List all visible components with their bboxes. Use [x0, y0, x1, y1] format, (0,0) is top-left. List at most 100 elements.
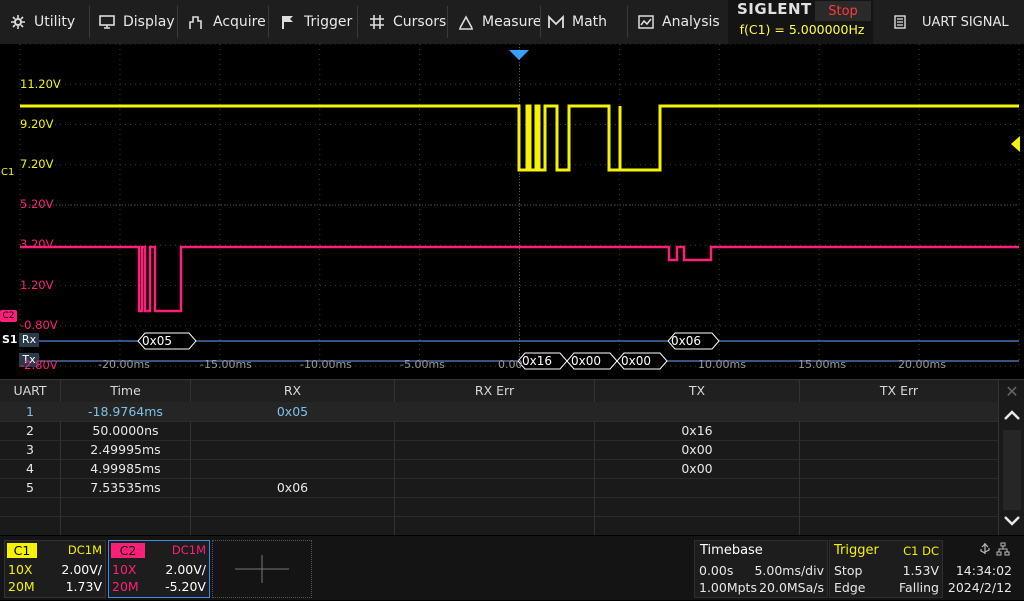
menu-acquire[interactable]: Acquire — [189, 0, 266, 44]
menu-divider — [447, 6, 448, 38]
chevron-down-icon — [1004, 516, 1020, 526]
timebase-scale: 5.00ms/div — [754, 563, 824, 578]
table-row[interactable]: 3 2.49995ms 0x00 — [0, 440, 998, 459]
c2-scale: 2.00V/ — [165, 562, 206, 577]
cell-rx — [191, 421, 394, 440]
timebase-points: 1.00Mpts — [699, 580, 757, 595]
volt-label: 5.20V — [20, 197, 54, 211]
cell-tx — [595, 402, 799, 421]
cell-rx — [191, 440, 394, 459]
row-divider — [0, 421, 998, 422]
cell-tx-err — [800, 421, 998, 440]
c1-waveform — [20, 104, 1019, 172]
col-header-rx-err[interactable]: RX Err — [395, 380, 594, 402]
volt-label: -2.80V — [20, 358, 58, 372]
menu-analysis-label: Analysis — [662, 14, 720, 30]
s1-marker[interactable]: S1 — [2, 333, 18, 346]
document-icon — [894, 15, 906, 29]
table-row[interactable]: 4 4.99985ms 0x00 — [0, 459, 998, 478]
menu-utility[interactable]: Utility — [10, 0, 75, 44]
timebase-title: Timebase — [700, 543, 763, 558]
trigger-title: Trigger — [834, 543, 879, 558]
row-divider — [0, 516, 998, 517]
trigger-position-marker[interactable] — [509, 50, 529, 60]
c2-bandwidth: 20M — [112, 579, 139, 594]
cell-index: 3 — [26, 442, 34, 457]
tx-packet-value: 0x00 — [621, 354, 652, 368]
cell-tx-err — [800, 459, 998, 478]
scrollbar-track[interactable] — [1003, 430, 1021, 510]
cell-rx: 0x05 — [276, 404, 309, 419]
menu-divider — [540, 6, 541, 38]
close-icon[interactable]: ✕ — [1000, 380, 1024, 402]
add-channel-button[interactable] — [212, 540, 312, 598]
cell-index: 4 — [26, 461, 34, 476]
col-header-rx[interactable]: RX — [191, 380, 394, 402]
c2-coupling: DC1M — [171, 543, 206, 557]
trigger-level-marker[interactable] — [1011, 136, 1020, 152]
analysis-icon — [638, 15, 654, 29]
timebase-panel[interactable]: Timebase 0.00s 5.00ms/div 1.00Mpts 20.0M… — [694, 540, 828, 598]
time-label: 20.00ms — [898, 358, 946, 371]
cell-index: 5 — [26, 480, 34, 495]
menu-analysis[interactable]: Analysis — [638, 0, 720, 44]
c2-marker[interactable]: C2 — [0, 310, 17, 322]
cell-rx-err — [395, 440, 594, 459]
time-label: -10.00ms — [300, 358, 352, 371]
menu-display[interactable]: Display — [99, 0, 175, 44]
menu-cursors-label: Cursors — [393, 14, 447, 30]
volt-label: 7.20V — [20, 157, 54, 171]
clock-time: 14:34:02 — [955, 563, 1012, 578]
c1-channel-info[interactable]: C1 DC1M 10X 2.00V/ 20M 1.73V — [4, 540, 106, 598]
protocol-label-panel[interactable]: UART SIGNAL — [876, 0, 1024, 44]
waveform-display[interactable] — [0, 44, 1024, 376]
cell-rx-err — [395, 478, 594, 497]
run-stop-status[interactable]: Stop — [815, 1, 871, 21]
c2-channel-info[interactable]: C2 DC1M 10X 2.00V/ 20M -5.20V — [108, 540, 210, 598]
time-label: 15.00ms — [798, 358, 846, 371]
cell-rx-err — [395, 402, 594, 421]
math-icon — [548, 14, 564, 28]
menu-trigger-label: Trigger — [304, 14, 353, 30]
trigger-level: 1.53V — [902, 563, 939, 578]
menu-divider — [268, 6, 269, 38]
cell-index: 2 — [26, 423, 34, 438]
menu-trigger[interactable]: Trigger — [280, 0, 352, 44]
menu-math[interactable]: Math — [548, 0, 607, 44]
menu-display-label: Display — [123, 14, 175, 30]
table-row-selected[interactable]: 1 -18.9764ms 0x05 — [0, 402, 998, 421]
scroll-down-icon[interactable] — [1000, 510, 1024, 532]
table-row[interactable]: 5 7.53535ms 0x06 — [0, 478, 998, 497]
c2-offset: -5.20V — [165, 579, 206, 594]
scroll-up-icon[interactable] — [1000, 404, 1024, 426]
volt-label: 11.20V — [20, 77, 61, 91]
network-icon — [996, 542, 1010, 556]
cell-rx — [191, 459, 394, 478]
plus-icon — [235, 555, 289, 583]
cursors-icon — [370, 15, 384, 29]
trigger-flag-icon — [282, 16, 293, 29]
c2-probe: 10X — [112, 562, 137, 577]
menu-cursors[interactable]: Cursors — [369, 0, 446, 44]
menu-divider — [357, 6, 358, 38]
rx-label: Rx — [19, 333, 39, 347]
cell-tx-err — [800, 402, 998, 421]
c1-coupling: DC1M — [67, 543, 102, 557]
cell-rx-err — [395, 421, 594, 440]
menu-measure-label: Measure — [482, 14, 542, 30]
c2-channel-tag: C2 — [111, 543, 145, 558]
menu-measure[interactable]: Measure — [458, 0, 542, 44]
time-label: 0.00 — [498, 358, 523, 371]
col-header-time[interactable]: Time — [61, 380, 190, 402]
c1-marker[interactable]: C1 — [1, 167, 14, 178]
tx-packet-value: 0x00 — [571, 354, 602, 368]
col-header-tx-err[interactable]: TX Err — [800, 380, 998, 402]
table-row[interactable]: 2 50.0000ns 0x16 — [0, 421, 998, 440]
cell-tx-err — [800, 478, 998, 497]
col-header-tx[interactable]: TX — [595, 380, 799, 402]
rx-packet-value: 0x06 — [671, 334, 702, 348]
col-header-uart[interactable]: UART — [0, 380, 60, 402]
row-divider — [0, 459, 998, 460]
trigger-panel[interactable]: Trigger C1 DC Stop 1.53V Edge Falling — [829, 540, 943, 598]
volt-label: 1.20V — [20, 278, 54, 292]
